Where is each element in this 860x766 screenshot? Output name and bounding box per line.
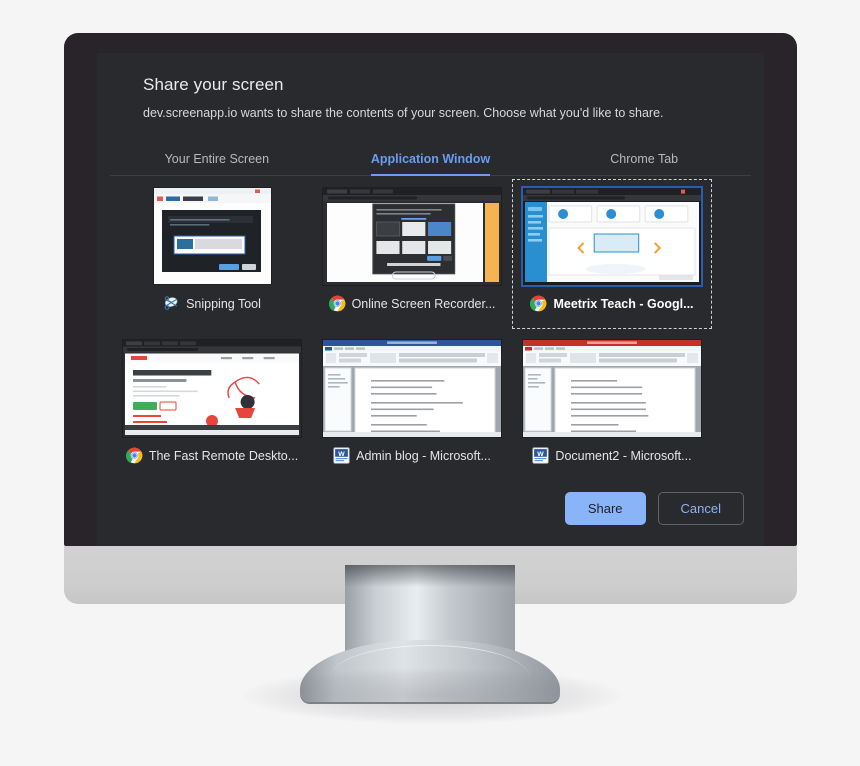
source-caption: Snipping Tool	[163, 295, 261, 312]
share-screen-dialog: Share your screen dev.screenapp.io wants…	[97, 53, 764, 553]
source-label: Document2 - Microsoft...	[555, 448, 692, 463]
share-button[interactable]: Share	[564, 492, 646, 525]
source-item[interactable]: W Admin blog - Microsoft...	[312, 331, 512, 481]
source-type-tabs: Your Entire Screen Application Window Chro…	[110, 143, 751, 176]
source-preview-image	[523, 339, 701, 437]
source-label: Snipping Tool	[186, 296, 261, 311]
source-thumbnail[interactable]	[320, 335, 504, 441]
svg-text:W: W	[538, 451, 545, 458]
source-item[interactable]: Meetrix Teach - Googl...	[512, 179, 712, 329]
source-preview-image	[153, 188, 271, 284]
dialog-title: Share your screen	[143, 75, 284, 94]
chrome-icon	[125, 447, 143, 464]
source-preview-image	[323, 187, 501, 285]
tab-application-window[interactable]: Application Window	[324, 152, 538, 176]
source-thumbnail[interactable]	[120, 183, 304, 289]
source-label: Meetrix Teach - Googl...	[553, 296, 694, 311]
word-icon: W	[333, 447, 350, 464]
snipping-tool-icon	[163, 295, 180, 312]
source-caption: W Admin blog - Microsoft...	[333, 447, 491, 464]
tab-chrome-tab[interactable]: Chrome Tab	[537, 152, 751, 175]
svg-text:W: W	[338, 451, 345, 458]
source-caption: Meetrix Teach - Googl...	[530, 295, 694, 312]
source-label: Online Screen Recorder...	[351, 296, 496, 311]
chrome-icon	[530, 295, 547, 312]
chrome-icon	[328, 295, 346, 312]
source-thumbnail[interactable]	[320, 183, 504, 289]
cancel-button[interactable]: Cancel	[657, 492, 744, 525]
tab-your-entire-screen[interactable]: Your Entire Screen	[110, 152, 324, 175]
monitor-screen: Share your screen dev.screenapp.io wants…	[97, 53, 764, 553]
source-item[interactable]: Online Screen Recorder...	[312, 179, 512, 329]
source-preview-image	[523, 187, 701, 285]
source-item[interactable]: W Document2 - Microsoft...	[512, 331, 712, 481]
source-thumbnail[interactable]	[520, 183, 704, 289]
source-item[interactable]: The Fast Remote Deskto...	[112, 331, 312, 481]
word-icon: W	[532, 447, 549, 464]
source-label: Admin blog - Microsoft...	[356, 448, 491, 463]
source-thumbnail-grid: Snipping Tool Online Screen Recorder... Me…	[110, 179, 735, 484]
monitor-shadow	[242, 668, 622, 724]
source-thumbnail[interactable]	[120, 335, 304, 441]
source-thumbnail[interactable]	[520, 335, 704, 441]
page-root: Share your screen dev.screenapp.io wants…	[0, 0, 860, 766]
dialog-subtitle: dev.screenapp.io wants to share the cont…	[143, 106, 664, 120]
source-label: The Fast Remote Deskto...	[148, 448, 299, 463]
source-caption: Online Screen Recorder...	[328, 295, 496, 312]
source-caption: W Document2 - Microsoft...	[532, 447, 692, 464]
source-item[interactable]: Snipping Tool	[112, 179, 312, 329]
monitor: Share your screen dev.screenapp.io wants…	[64, 33, 797, 604]
source-caption: The Fast Remote Deskto...	[125, 447, 299, 464]
dialog-actions: Share Cancel	[564, 492, 744, 525]
source-preview-image	[323, 339, 501, 437]
source-preview-image	[123, 339, 301, 437]
